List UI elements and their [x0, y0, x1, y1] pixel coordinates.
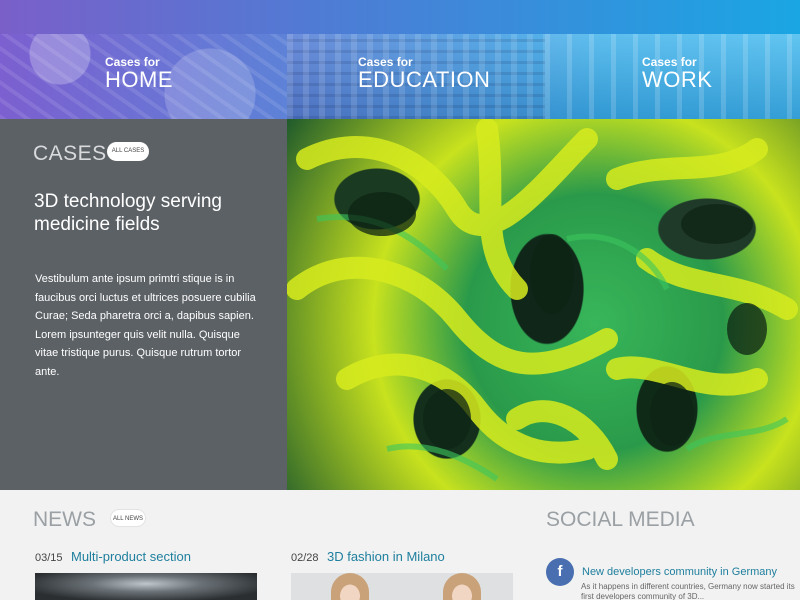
news-date: 02/28: [291, 552, 319, 564]
social-post-snippet: As it happens in different countries, Ge…: [581, 582, 795, 600]
news-date: 03/15: [35, 552, 63, 564]
news-thumbnail[interactable]: [35, 573, 257, 600]
featured-case-image[interactable]: [287, 119, 800, 490]
case-link-big-label: EDUCATION: [358, 67, 491, 92]
social-media-heading: SOCIAL MEDIA: [546, 508, 695, 531]
case-link-big-label: HOME: [105, 67, 173, 92]
top-banner: [0, 0, 800, 34]
cases-for-education-link[interactable]: Cases for EDUCATION: [358, 56, 490, 91]
news-thumbnail[interactable]: [291, 573, 513, 600]
all-cases-button[interactable]: ALL CASES: [107, 142, 149, 161]
cases-for-home-link[interactable]: Cases for HOME: [105, 56, 173, 91]
news-title-link[interactable]: Multi-product section: [71, 549, 191, 564]
model-photo: [331, 573, 369, 600]
cases-category-strip: Cases for HOME Cases for EDUCATION Cases…: [0, 34, 800, 119]
cases-heading: CASES: [33, 142, 107, 165]
model-photo: [443, 573, 481, 600]
social-post-title-link[interactable]: New developers community in Germany: [582, 566, 777, 578]
featured-case-body: Vestibulum ante ipsum primtri stique is …: [35, 273, 256, 378]
organic-3d-print-illustration: [287, 119, 798, 482]
news-heading: NEWS: [33, 508, 96, 531]
news-item[interactable]: 03/15 Multi-product section: [35, 548, 191, 566]
news-item[interactable]: 02/28 3D fashion in Milano: [291, 548, 445, 566]
case-link-big-label: WORK: [642, 67, 713, 92]
cases-for-work-link[interactable]: Cases for WORK: [642, 56, 712, 91]
featured-case-title[interactable]: 3D technology serving medicine fields: [34, 190, 264, 236]
news-title-link[interactable]: 3D fashion in Milano: [327, 549, 445, 564]
all-news-button[interactable]: ALL NEWS: [110, 509, 146, 527]
facebook-icon[interactable]: f: [546, 558, 574, 586]
